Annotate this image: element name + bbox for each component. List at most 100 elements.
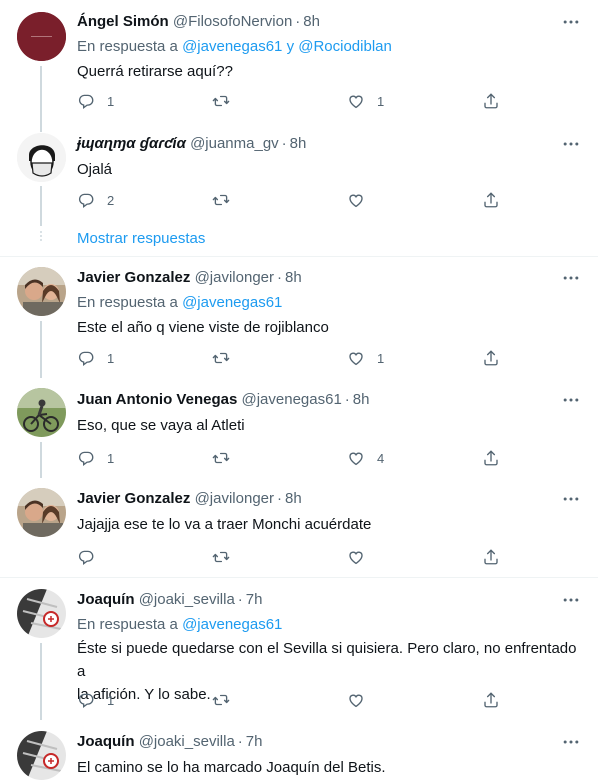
avatar-image [17, 731, 66, 780]
author-name[interactable]: Ángel Simón [77, 13, 169, 30]
avatar[interactable] [17, 267, 66, 316]
tweet-text: Ojalá [77, 161, 113, 178]
author-name[interactable]: Joaquín [77, 733, 135, 750]
timestamp[interactable]: 8h [285, 490, 302, 507]
author-name[interactable]: ɉɰαɳɱα ɠαɾƈία [77, 135, 186, 152]
reply-prefix: En respuesta a [77, 38, 178, 55]
author-handle[interactable]: @juanma_gv [190, 135, 279, 152]
reply-count: 1 [107, 692, 115, 708]
mention-link[interactable]: @javenegas61 [182, 294, 282, 311]
retweet-icon [212, 349, 230, 367]
timestamp[interactable]: 8h [285, 269, 302, 286]
reply-button[interactable]: 1 [77, 91, 114, 111]
avatar[interactable] [17, 12, 66, 61]
mention-link[interactable]: @javenegas61 [182, 38, 282, 55]
reply-context: En respuesta a @javenegas61 y @Rociodibl… [77, 37, 392, 57]
more-icon[interactable] [561, 134, 581, 154]
heart-icon [347, 548, 365, 566]
reply-count: 1 [107, 93, 115, 109]
timestamp[interactable]: 8h [353, 391, 370, 408]
share-button[interactable] [482, 547, 500, 567]
tweet[interactable]: Ángel Simón @FilosofoNervion · 8h En respu… [0, 0, 598, 132]
timestamp[interactable]: 8h [290, 135, 307, 152]
reply-count: 1 [107, 350, 115, 366]
tweet-header: Juan Antonio Venegas @javenegas61 · 8h [77, 390, 369, 410]
retweet-button[interactable] [212, 448, 242, 468]
reply-button[interactable] [77, 547, 107, 567]
share-button[interactable] [482, 448, 500, 468]
avatar[interactable] [17, 731, 66, 780]
retweet-button[interactable] [212, 91, 242, 111]
more-icon[interactable] [561, 732, 581, 752]
author-handle[interactable]: @javilonger [195, 490, 274, 507]
tweet-header: Javier Gonzalez @javilonger · 8h [77, 489, 302, 509]
more-icon[interactable] [561, 489, 581, 509]
like-button[interactable] [347, 547, 377, 567]
retweet-button[interactable] [212, 190, 242, 210]
timestamp[interactable]: 7h [246, 733, 263, 750]
avatar-image [17, 488, 66, 537]
reply-button[interactable]: 1 [77, 690, 114, 710]
mention-link[interactable]: @javenegas61 [182, 616, 282, 633]
tweet[interactable]: ɉɰαɳɱα ɠαɾƈία @juanma_gv · 8h Ojalá 2 [0, 130, 598, 226]
retweet-button[interactable] [212, 348, 242, 368]
share-icon [482, 191, 500, 209]
author-name[interactable]: Juan Antonio Venegas [77, 391, 237, 408]
author-handle[interactable]: @joaki_sevilla [139, 733, 235, 750]
retweet-icon [212, 191, 230, 209]
share-button[interactable] [482, 91, 500, 111]
avatar[interactable] [17, 133, 66, 182]
author-handle[interactable]: @joaki_sevilla [139, 591, 235, 608]
share-button[interactable] [482, 690, 500, 710]
tweet-header: ɉɰαɳɱα ɠαɾƈία @juanma_gv · 8h [77, 134, 306, 154]
reply-button[interactable]: 1 [77, 348, 114, 368]
like-button[interactable] [347, 190, 377, 210]
author-name[interactable]: Joaquín [77, 591, 135, 608]
author-handle[interactable]: @FilosofoNervion [173, 13, 292, 30]
like-button[interactable] [347, 690, 377, 710]
tweet[interactable]: Javier Gonzalez @javilonger · 8h En respue… [0, 257, 598, 378]
author-name[interactable]: Javier Gonzalez [77, 490, 190, 507]
retweet-button[interactable] [212, 547, 242, 567]
more-icon[interactable] [561, 268, 581, 288]
share-button[interactable] [482, 190, 500, 210]
reply-button[interactable]: 2 [77, 190, 114, 210]
reply-button[interactable]: 1 [77, 448, 114, 468]
author-name[interactable]: Javier Gonzalez [77, 269, 190, 286]
retweet-button[interactable] [212, 690, 242, 710]
author-handle[interactable]: @javenegas61 [241, 391, 341, 408]
like-count: 1 [377, 93, 385, 109]
author-handle[interactable]: @javilonger [195, 269, 274, 286]
timestamp[interactable]: 8h [303, 13, 320, 30]
share-icon [482, 449, 500, 467]
tweet[interactable]: Juan Antonio Venegas @javenegas61 · 8h Eso… [0, 378, 598, 478]
reply-icon [77, 349, 95, 367]
like-button[interactable]: 4 [347, 448, 384, 468]
reply-icon [77, 92, 95, 110]
avatar[interactable] [17, 388, 66, 437]
like-button[interactable]: 1 [347, 91, 384, 111]
share-icon [482, 548, 500, 566]
more-icon[interactable] [561, 390, 581, 410]
like-count: 4 [377, 450, 385, 466]
share-button[interactable] [482, 348, 500, 368]
separator-dot: · [237, 591, 243, 608]
tweet-text: Querrá retirarse aquí?? [77, 63, 233, 80]
tweet[interactable]: Javier Gonzalez @javilonger · 8h Jajajja e… [0, 478, 598, 577]
more-icon[interactable] [561, 590, 581, 610]
avatar[interactable] [17, 488, 66, 537]
reply-icon [77, 548, 95, 566]
separator-dot: · [277, 269, 282, 286]
tweet[interactable]: Joaquín @joaki_sevilla · 7h El camino se l… [0, 720, 598, 782]
mention-link[interactable]: @Rociodiblan [298, 38, 392, 55]
tweet-text: Este el año q viene viste de rojiblanco [77, 319, 329, 336]
tweet[interactable]: Joaquín @joaki_sevilla · 7h En respuesta a… [0, 578, 598, 720]
reply-prefix: En respuesta a [77, 294, 178, 311]
avatar[interactable] [17, 589, 66, 638]
show-replies-link[interactable]: Mostrar respuestas [77, 229, 205, 249]
retweet-icon [212, 92, 230, 110]
retweet-icon [212, 548, 230, 566]
timestamp[interactable]: 7h [246, 591, 263, 608]
more-icon[interactable] [561, 12, 581, 32]
like-button[interactable]: 1 [347, 348, 384, 368]
